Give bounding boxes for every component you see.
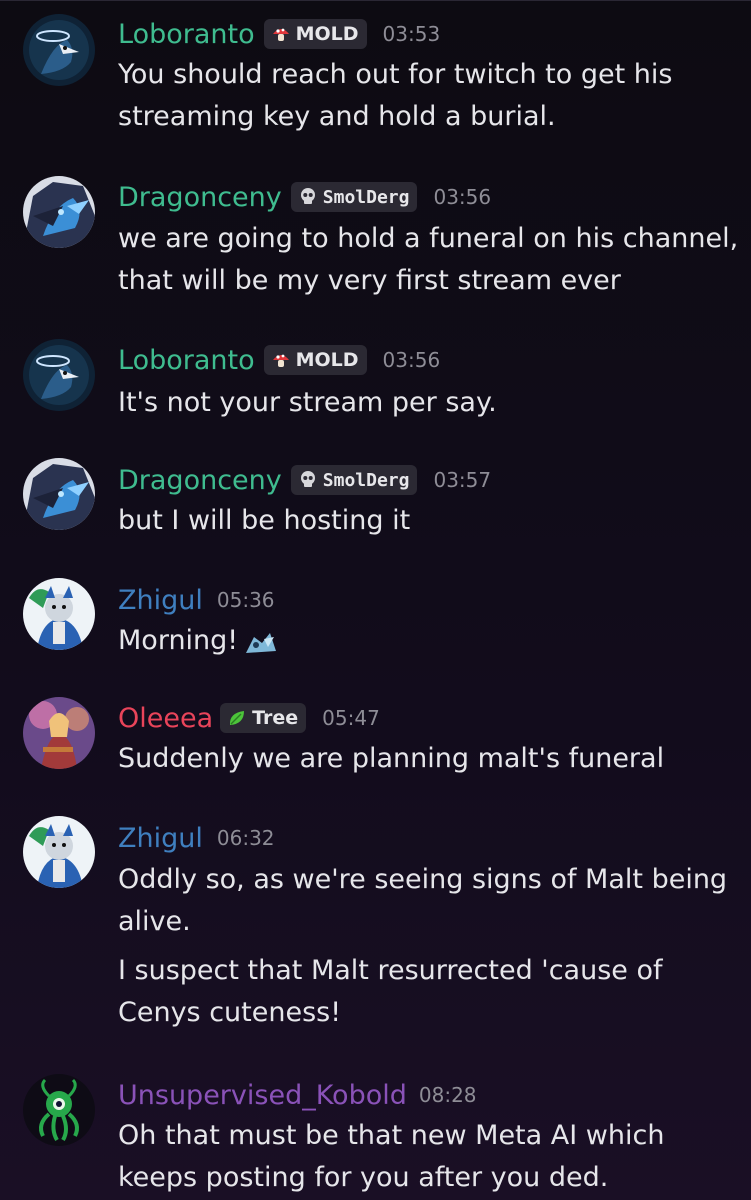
- message-text: Cenys cuteness!: [118, 997, 342, 1028]
- avatar[interactable]: [23, 458, 95, 530]
- message-text: I suspect that Malt resurrected 'cause o…: [118, 955, 663, 986]
- username[interactable]: Zhigul: [118, 823, 203, 854]
- role-tag-label: SmolDerg: [322, 186, 410, 208]
- message-text: It's not your stream per say.: [118, 387, 497, 418]
- timestamp: 08:28: [418, 1083, 477, 1107]
- dragon-emoji-icon[interactable]: [244, 628, 278, 656]
- message-text: keeps posting for you after you ded.: [118, 1162, 609, 1193]
- role-tag[interactable]: MOLD: [263, 345, 367, 375]
- timestamp: 06:32: [216, 826, 275, 850]
- message-text: Suddenly we are planning malt's funeral: [118, 743, 665, 774]
- mushroom-icon: [271, 350, 291, 370]
- message-text: Oh that must be that new Meta AI which: [118, 1120, 665, 1151]
- username[interactable]: Loboranto: [118, 19, 255, 50]
- message-text: alive.: [118, 906, 191, 937]
- username[interactable]: Zhigul: [118, 585, 203, 616]
- role-tag-label: MOLD: [295, 349, 359, 371]
- leaf-icon: [227, 708, 247, 728]
- message-text: Oddly so, as we're seeing signs of Malt …: [118, 864, 728, 895]
- message-text: we are going to hold a funeral on his ch…: [118, 223, 739, 254]
- message-text-content: Morning!: [118, 625, 239, 656]
- role-tag[interactable]: MOLD: [263, 19, 367, 49]
- mushroom-icon: [271, 24, 291, 44]
- role-tag[interactable]: SmolDerg: [290, 465, 418, 495]
- avatar[interactable]: [23, 339, 95, 411]
- message-text: that will be my very first stream ever: [118, 265, 621, 296]
- avatar[interactable]: [23, 1074, 95, 1146]
- username[interactable]: Loboranto: [118, 345, 255, 376]
- avatar[interactable]: [23, 14, 95, 86]
- avatar[interactable]: [23, 816, 95, 888]
- timestamp: 03:56: [433, 185, 492, 209]
- skull-icon: [298, 187, 318, 207]
- message-text: You should reach out for twitch to get h…: [118, 59, 673, 90]
- role-tag[interactable]: SmolDerg: [290, 182, 418, 212]
- timestamp: 05:36: [216, 588, 275, 612]
- message-text: Morning!: [118, 620, 738, 662]
- message-text: streaming key and hold a burial.: [118, 101, 556, 132]
- username[interactable]: Dragonceny: [118, 465, 282, 496]
- timestamp: 03:57: [433, 468, 492, 492]
- role-tag-label: SmolDerg: [322, 469, 410, 491]
- skull-icon: [298, 470, 318, 490]
- username[interactable]: Oleeea: [118, 703, 213, 734]
- role-tag[interactable]: Tree: [220, 703, 307, 733]
- avatar[interactable]: [23, 176, 95, 248]
- role-tag-label: Tree: [252, 707, 299, 729]
- avatar[interactable]: [23, 697, 95, 769]
- username[interactable]: Dragonceny: [118, 182, 282, 213]
- top-divider: [0, 0, 751, 6]
- message-text: but I will be hosting it: [118, 505, 411, 536]
- timestamp: 03:56: [382, 348, 441, 372]
- avatar[interactable]: [23, 578, 95, 650]
- username[interactable]: Unsupervised_Kobold: [118, 1080, 407, 1111]
- timestamp: 03:53: [382, 22, 441, 46]
- role-tag-label: MOLD: [295, 23, 359, 45]
- timestamp: 05:47: [322, 706, 380, 730]
